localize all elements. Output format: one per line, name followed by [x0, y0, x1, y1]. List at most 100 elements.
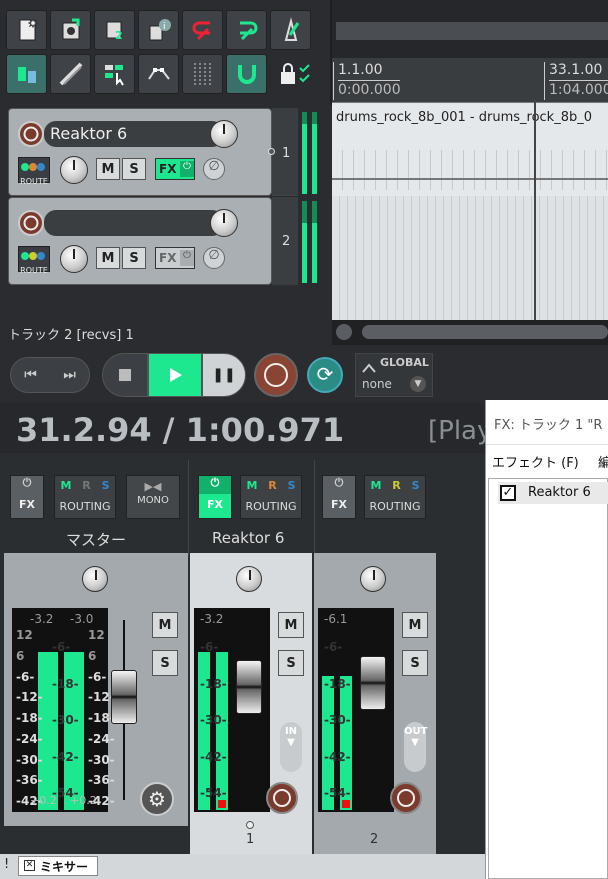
go-start-button[interactable]: ⏮ ⏭ [10, 357, 90, 393]
track-2-volume-knob[interactable] [210, 209, 238, 237]
ch2-mute-button[interactable]: M [402, 612, 428, 638]
metronome-icon[interactable] [270, 10, 311, 50]
ch2-r-indicator: R [392, 479, 401, 492]
top-scrollbar[interactable] [336, 22, 608, 40]
track-1-name: Reaktor 6 [50, 124, 128, 143]
ch1-solo-button[interactable]: S [278, 650, 304, 676]
global-value[interactable]: none [362, 377, 392, 391]
grid-icon[interactable] [182, 54, 223, 94]
track-2-arm-icon[interactable] [18, 210, 44, 236]
ch2-s-indicator: S [411, 479, 420, 492]
ch1-name: Reaktor 6 [212, 529, 285, 547]
master-solo-button[interactable]: S [152, 650, 178, 676]
master-fader[interactable] [111, 670, 137, 724]
ripple-edit-icon[interactable] [6, 54, 47, 94]
ch2-solo-button[interactable]: S [402, 650, 428, 676]
track-1-meter-bar-l [302, 112, 307, 194]
ch2-scale-m18: -18- [324, 676, 351, 691]
track-2-solo-button[interactable]: S [122, 247, 146, 269]
global-dropdown-icon[interactable]: ▼ [410, 376, 426, 392]
pause-button[interactable]: ❚❚ [202, 353, 246, 397]
global-label: GLOBAL [380, 356, 429, 369]
track-1-volume-knob[interactable] [210, 120, 238, 148]
ch1-record-arm-icon[interactable] [266, 782, 298, 814]
ch2-fx-button[interactable]: ⏻ FX [322, 475, 356, 519]
grouping-icon[interactable] [94, 54, 135, 94]
track-2-fx-button[interactable]: FX ⏻ [155, 247, 195, 269]
stop-button[interactable] [102, 353, 148, 397]
ch2-record-arm-icon[interactable] [390, 782, 422, 814]
master-mono-button[interactable]: ▶◀ MONO [126, 475, 180, 519]
scale-r-m24: -24- [88, 731, 115, 746]
record-button[interactable] [254, 353, 298, 397]
track-status-text: トラック 2 [recvs] 1 [8, 328, 134, 343]
ch1-fx-button[interactable]: ⏻ FX [198, 475, 232, 519]
fx-item-checkbox[interactable]: ✓ [500, 485, 516, 501]
scale-r-m18: -18- [88, 711, 115, 725]
ch2-fx-power-icon: ⏻ [334, 476, 344, 489]
master-fx-button[interactable]: ⏻ FX [10, 475, 44, 519]
ch1-routing-button[interactable]: M R S ROUTING [240, 475, 302, 519]
playhead[interactable] [534, 100, 536, 320]
ch2-fx-label: FX [331, 498, 347, 511]
track-1-solo-button[interactable]: S [122, 158, 146, 180]
fx-menu-effect[interactable]: エフェクト (F) [492, 452, 579, 471]
ch2-io-indicator: OUT ▼ [404, 722, 427, 772]
redo-icon[interactable] [226, 10, 267, 50]
ch2-pan-knob[interactable] [360, 566, 386, 592]
save-project-icon[interactable] [50, 10, 91, 50]
snap-icon[interactable] [226, 54, 267, 94]
track-2-route-button[interactable]: ROUTE [18, 246, 50, 275]
track-2-fx-power-icon[interactable]: ⏻ [180, 250, 194, 266]
position-display[interactable]: 31.2.94 / 1:00.971 [16, 411, 344, 449]
track-1-fx-button[interactable]: FX ⏻ [155, 158, 195, 180]
scale-m12: -12- [16, 690, 43, 705]
scroll-left-icon[interactable] [336, 324, 352, 340]
play-state: [Play [428, 416, 493, 446]
track-1-route-label: ROUTE [20, 177, 48, 186]
track-1-phase-icon[interactable]: ∅ [203, 158, 225, 180]
empty-lane [332, 196, 608, 320]
master-mono-label: MONO [137, 495, 169, 506]
undo-icon[interactable] [182, 10, 223, 50]
ruler-tick [544, 62, 545, 100]
project-settings-icon[interactable]: 2 [94, 10, 135, 50]
master-mute-button[interactable]: M [152, 612, 178, 638]
play-button[interactable] [148, 353, 202, 397]
ch1-m-indicator: M [246, 479, 258, 492]
track-2-meter-bar-r [312, 201, 317, 283]
mixer-tab-close-icon[interactable]: ✕ [24, 860, 35, 871]
lock-icon[interactable] [278, 60, 318, 90]
track-2-name-field[interactable] [44, 210, 224, 236]
track-1-mute-button[interactable]: M [96, 158, 120, 180]
master-name: マスター [66, 531, 127, 549]
track-1-arm-icon[interactable] [18, 121, 44, 147]
track-2-phase-icon[interactable]: ∅ [203, 247, 225, 269]
master-pan-knob[interactable] [82, 566, 108, 592]
grid-snap-icon[interactable] [50, 54, 91, 94]
ch1-footer-dot [246, 821, 254, 829]
repeat-button[interactable]: ⟳ [307, 357, 343, 393]
marker1-time: 0:00.000 [338, 82, 401, 98]
ch2-fader[interactable] [360, 656, 386, 710]
ch1-fader[interactable] [236, 660, 262, 714]
fx-menu-next[interactable]: 編 [598, 452, 608, 471]
master-peak-l: -3.2 [30, 612, 54, 626]
master-routing-button[interactable]: M R S ROUTING [54, 475, 116, 519]
track-2-mute-button[interactable]: M [96, 247, 120, 269]
envelope-points-icon[interactable] [138, 54, 179, 94]
project-info-icon[interactable]: i [138, 10, 179, 50]
media-item-waveform [332, 150, 608, 190]
track-1-route-button[interactable]: ROUTE [18, 157, 50, 186]
master-settings-icon[interactable]: ⚙ [140, 782, 174, 816]
ch1-pan-knob[interactable] [236, 566, 262, 592]
scroll-thumb[interactable] [362, 325, 608, 339]
fx-item-name: Reaktor 6 [528, 485, 591, 500]
track-2-pan-knob[interactable] [60, 245, 88, 273]
ch2-routing-button[interactable]: M R S ROUTING [364, 475, 426, 519]
track-1-pan-knob[interactable] [60, 156, 88, 184]
new-project-icon[interactable] [6, 10, 47, 50]
ch2-scale-m54: -54- [324, 786, 351, 800]
ch1-mute-button[interactable]: M [278, 612, 304, 638]
track-1-fx-power-icon[interactable]: ⏻ [180, 161, 194, 177]
